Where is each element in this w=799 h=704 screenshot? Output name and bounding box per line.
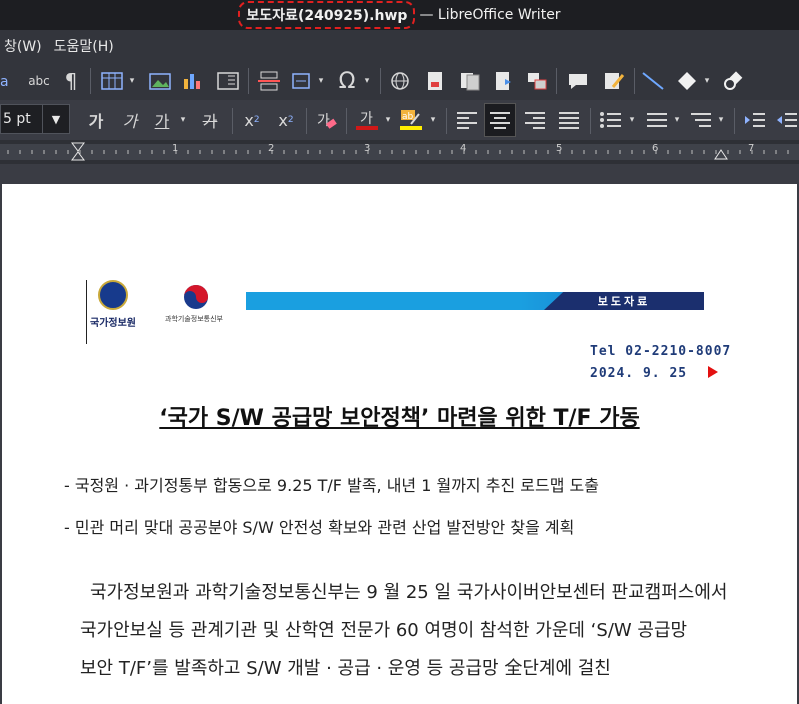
bold-icon[interactable]: 가 <box>84 108 108 132</box>
special-character-icon[interactable]: Ω <box>334 69 360 94</box>
strikethrough-icon[interactable]: 가 <box>198 108 222 132</box>
chevron-down-icon[interactable]: ▾ <box>316 69 326 93</box>
document-page[interactable]: 국가정보원 과학기술정보통신부 보도자료 Tel 02-2210-8007 20… <box>2 184 797 704</box>
comment-icon[interactable] <box>566 69 590 93</box>
msit-label: 과학기술정보통신부 <box>165 315 223 323</box>
app-title: — LibreOffice Writer <box>419 7 561 23</box>
body-paragraph-line: 보안 T/F’를 발족하고 S/W 개발 · 공급 · 운영 등 공급망 全단계… <box>80 658 611 679</box>
menu-help[interactable]: 도움말(H) <box>48 36 120 56</box>
footnote-icon[interactable] <box>424 69 446 93</box>
font-color-icon[interactable]: 가 <box>354 108 380 132</box>
chevron-down-icon[interactable]: ▾ <box>672 108 682 132</box>
chevron-down-icon[interactable]: ▾ <box>627 108 637 132</box>
nis-label: 국가정보원 <box>90 318 136 329</box>
body-paragraph-line: 국가안보실 등 관계기관 및 산학연 전문가 60 여명이 참석한 가운데 ‘S… <box>80 620 688 641</box>
press-release-banner: 보도자료 <box>246 292 704 310</box>
autocorrect-icon[interactable]: a <box>0 69 14 93</box>
title-bar: 보도자료(240925).hwp — LibreOffice Writer <box>0 0 799 30</box>
ruler-number: 4 <box>460 143 467 154</box>
svg-text:가: 가 <box>360 111 373 127</box>
italic-icon[interactable]: 가 <box>118 108 142 132</box>
document-title: 보도자료(240925).hwp <box>238 1 416 29</box>
svg-text:ab: ab <box>402 112 414 122</box>
chevron-down-icon[interactable]: ▾ <box>178 108 188 132</box>
toolbar-separator <box>556 68 557 94</box>
increase-indent-icon[interactable] <box>742 108 768 132</box>
bookmark-icon[interactable] <box>492 69 514 93</box>
field-icon[interactable] <box>290 69 312 93</box>
toolbar-separator <box>446 108 447 134</box>
summary-bullet: - 민관 머리 맞대 공공분야 S/W 안전성 확보와 관련 산업 발전방안 찾… <box>64 518 575 537</box>
clear-formatting-icon[interactable]: 가 <box>314 108 338 132</box>
horizontal-ruler[interactable]: 1 2 3 4 5 6 7 <box>0 140 799 164</box>
toolbar-separator <box>590 108 591 134</box>
ruler-number: 3 <box>364 143 371 154</box>
summary-bullet: - 국정원 · 과기정통부 합동으로 9.25 T/F 발족, 내년 1 월까지… <box>64 476 599 495</box>
align-left-icon[interactable] <box>454 108 480 132</box>
underline-icon[interactable]: 가 <box>150 108 174 132</box>
highlight-color-icon[interactable]: ab <box>398 108 424 132</box>
hyperlink-icon[interactable] <box>388 69 412 93</box>
chevron-down-icon[interactable]: ▾ <box>716 108 726 132</box>
nis-emblem-icon <box>98 280 128 310</box>
page-break-icon[interactable] <box>256 69 282 93</box>
formatting-marks-icon[interactable]: ¶ <box>60 69 82 93</box>
left-indent-marker-icon[interactable] <box>71 142 85 162</box>
toolbar-separator <box>734 108 735 134</box>
right-indent-marker-icon[interactable] <box>714 149 728 161</box>
toolbar-separator <box>306 108 307 134</box>
banner-label: 보도자료 <box>544 292 704 310</box>
cross-reference-icon[interactable] <box>458 69 482 93</box>
draw-functions-icon[interactable] <box>720 69 746 93</box>
ruler-number: 1 <box>172 143 179 154</box>
ruler-number: 7 <box>748 143 755 154</box>
shapes-icon[interactable] <box>676 69 698 93</box>
ruler-ticks <box>7 150 789 154</box>
bullet-list-icon[interactable] <box>598 108 624 132</box>
text-box-icon[interactable] <box>215 69 241 93</box>
menu-window[interactable]: 창(W) <box>0 36 48 56</box>
chevron-down-icon[interactable]: ▾ <box>702 69 712 93</box>
arrow-right-icon <box>708 366 718 378</box>
table-icon[interactable] <box>100 69 124 93</box>
toolbar-separator <box>346 108 347 134</box>
align-right-icon[interactable] <box>522 108 548 132</box>
chart-icon[interactable] <box>180 69 204 93</box>
track-changes-icon[interactable] <box>602 69 626 93</box>
formatting-toolbar: 가 가 가 ▾ 가 x2 x2 가 가 ▾ ab ▾ ▾ ▾ ▾ <box>0 100 799 140</box>
ruler-number: 6 <box>652 143 659 154</box>
menu-bar: 창(W) 도움말(H) <box>0 30 799 62</box>
ruler-number: 2 <box>268 143 275 154</box>
decrease-indent-icon[interactable] <box>774 108 799 132</box>
headline: ‘국가 S/W 공급망 보안정책’ 마련을 위한 T/F 가동 <box>159 406 640 431</box>
taegeuk-emblem-icon <box>184 285 208 309</box>
standard-toolbar: a abc ¶ ▾ ▾ Ω ▾ ▾ <box>0 62 799 100</box>
chevron-down-icon[interactable]: ▾ <box>383 108 393 132</box>
superscript-icon[interactable]: x2 <box>240 108 264 132</box>
chevron-down-icon[interactable]: ▾ <box>428 108 438 132</box>
ruler-number: 5 <box>556 143 563 154</box>
comment-link-icon[interactable] <box>525 69 549 93</box>
toolbar-separator <box>380 68 381 94</box>
line-icon[interactable] <box>640 69 666 93</box>
image-icon[interactable] <box>148 69 172 93</box>
justify-icon[interactable] <box>556 108 582 132</box>
toolbar-separator <box>90 68 91 94</box>
spellcheck-icon[interactable]: abc <box>26 69 52 93</box>
numbered-list-icon[interactable] <box>644 108 670 132</box>
outline-list-icon[interactable] <box>688 108 714 132</box>
toolbar-separator <box>248 68 249 94</box>
chevron-down-icon[interactable]: ▾ <box>362 69 372 93</box>
logo-divider <box>86 280 87 344</box>
svg-text:a: a <box>0 74 9 90</box>
subscript-icon[interactable]: x2 <box>274 108 298 132</box>
contact-tel: Tel 02-2210-8007 <box>590 344 732 359</box>
toolbar-separator <box>634 68 635 94</box>
toolbar-separator <box>232 108 233 134</box>
release-date: 2024. 9. 25 <box>590 366 688 381</box>
document-area: 국가정보원 과학기술정보통신부 보도자료 Tel 02-2210-8007 20… <box>0 164 799 704</box>
chevron-down-icon[interactable]: ▾ <box>127 69 137 93</box>
body-paragraph-line: 국가정보원과 과학기술정보통신부는 9 월 25 일 국가사이버안보센터 판교캠… <box>90 582 728 603</box>
align-center-icon[interactable] <box>484 103 516 137</box>
